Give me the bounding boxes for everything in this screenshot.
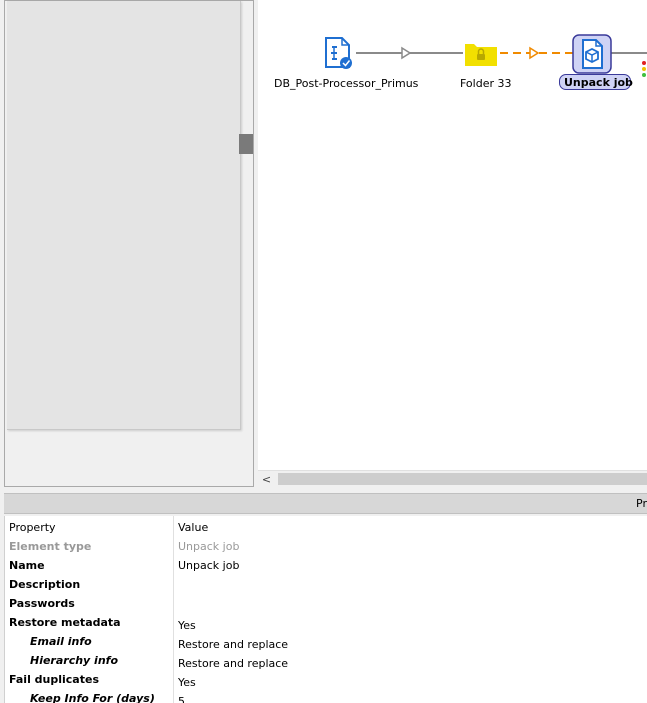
selected-node-label-box[interactable]: Unpack job [559,74,633,90]
table-row[interactable]: Element type Unpack job [5,537,647,556]
table-row[interactable]: Hierarchy info Restore and replace [5,651,647,670]
properties-table: Property Value Element type Unpack job N… [4,516,647,703]
property-name: Element type [9,540,92,553]
property-value[interactable]: Restore and replace [178,657,288,670]
property-name: Hierarchy info [30,654,119,667]
column-header-value[interactable]: Value [178,521,208,534]
property-value[interactable]: Unpack job [178,559,239,572]
connector-arrow-icon [401,46,412,60]
property-value[interactable]: Restore and replace [178,638,288,651]
scroll-left-icon[interactable]: < [258,471,275,488]
canvas-horizontal-scrollbar[interactable]: < [258,470,647,488]
property-name: Description [9,578,81,591]
left-panel-content [7,1,241,430]
property-value: Unpack job [178,540,240,553]
node-label-folder[interactable]: Folder 33 [460,77,512,90]
property-name: Fail duplicates [9,673,99,686]
property-value[interactable]: Yes [178,619,196,632]
column-header-property[interactable]: Property [9,521,56,534]
unpack-job-icon[interactable] [572,34,612,74]
folder-lock-icon[interactable] [465,44,497,66]
properties-panel-header: Pr [4,493,647,514]
left-panel [4,0,254,487]
properties-panel-title: Pr [636,497,647,510]
db-post-processor-icon[interactable] [325,37,352,69]
property-name: Restore metadata [9,616,121,629]
table-header-row: Property Value [5,518,647,537]
property-name: Keep Info For (days) [30,692,155,703]
status-dot-yellow [642,67,646,71]
property-value[interactable]: 5 [178,695,185,703]
table-row[interactable]: Fail duplicates Yes [5,670,647,689]
scrollbar-thumb[interactable] [278,473,647,485]
table-row[interactable]: Restore metadata Yes [5,613,647,632]
property-name: Passwords [9,597,75,610]
property-value[interactable]: Yes [178,676,196,689]
property-name: Email info [30,635,92,648]
property-name: Name [9,559,45,572]
node-label-db-post-processor[interactable]: DB_Post-Processor_Primus [274,77,418,90]
flow-diagram [325,34,647,77]
table-row[interactable]: Passwords [5,594,647,613]
status-dot-green [642,73,646,77]
table-row[interactable]: Keep Info For (days) 5 [5,689,647,703]
table-row[interactable]: Description [5,575,647,594]
table-row[interactable]: Email info Restore and replace [5,632,647,651]
connector-arrow-icon [529,46,540,60]
status-dot-red [642,61,646,65]
table-row[interactable]: Name Unpack job [5,556,647,575]
flow-canvas[interactable]: DB_Post-Processor_Primus Folder 33 [258,0,647,470]
vertical-scrollbar-thumb[interactable] [239,134,253,154]
node-label-unpack-job[interactable]: Unpack job [564,76,633,89]
